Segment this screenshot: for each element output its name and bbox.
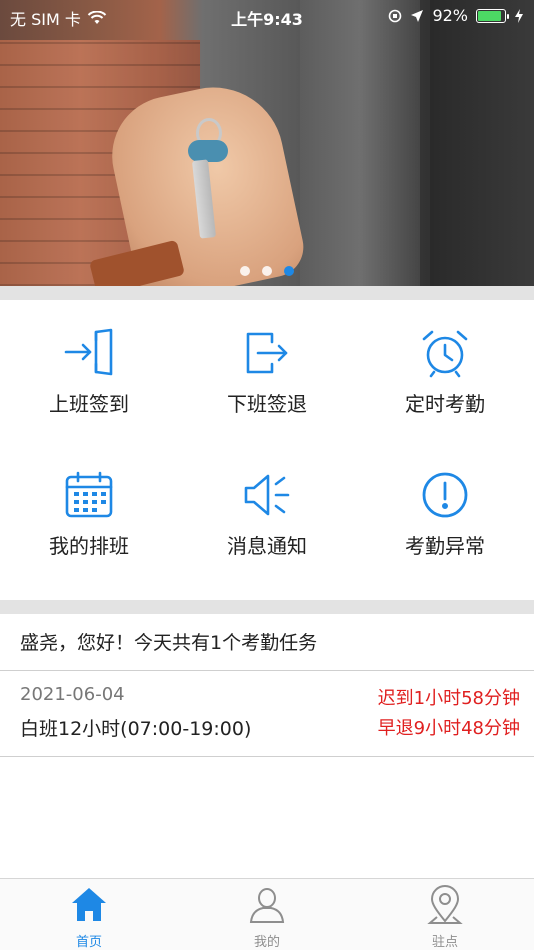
banner-door-dark (430, 0, 534, 286)
my-schedule-button[interactable]: 我的排班 (0, 442, 178, 584)
attendance-exception-button[interactable]: 考勤异常 (356, 442, 534, 584)
notifications-label: 消息通知 (227, 534, 307, 558)
banner-key-head (188, 140, 228, 162)
carousel-dot[interactable] (262, 266, 272, 276)
carousel-pager (0, 266, 534, 276)
user-icon (249, 888, 285, 923)
attendance-exception-label: 考勤异常 (405, 534, 485, 558)
calendar-icon (65, 471, 113, 518)
exclamation-icon (422, 472, 468, 518)
tab-mine[interactable]: 我的 (178, 879, 356, 950)
tab-bar: 首页 我的 驻点 (0, 878, 534, 950)
scheduled-attendance-label: 定时考勤 (405, 392, 485, 416)
sign-out-button[interactable]: 下班签退 (178, 300, 356, 442)
my-schedule-label: 我的排班 (49, 534, 129, 558)
sign-in-button[interactable]: 上班签到 (0, 300, 178, 442)
location-pin-icon (427, 885, 463, 924)
divider-line (0, 756, 534, 757)
home-icon (72, 888, 106, 921)
speaker-icon (244, 474, 290, 516)
divider-line (0, 670, 534, 671)
carousel-dot[interactable] (240, 266, 250, 276)
greeting-text: 盛尧，您好！今天共有1个考勤任务 (20, 632, 318, 654)
charging-icon (515, 8, 523, 23)
notifications-button[interactable]: 消息通知 (178, 442, 356, 584)
tab-home[interactable]: 首页 (0, 879, 178, 950)
section-divider (0, 286, 534, 300)
orientation-lock-icon (389, 9, 402, 22)
alarm-clock-icon (422, 330, 468, 378)
tab-home-label: 首页 (75, 935, 102, 950)
task-shift: 白班12小时(07:00-19:00) (20, 718, 252, 740)
feature-grid: 上班签到 下班签退 定时考勤 我的排班 消息通知 考勤异常 (0, 300, 534, 600)
scheduled-attendance-button[interactable]: 定时考勤 (356, 300, 534, 442)
tab-mine-label: 我的 (253, 935, 280, 950)
section-divider (0, 600, 534, 614)
late-status: 迟到1小时58分钟 (377, 688, 520, 709)
tab-station-label: 驻点 (431, 935, 458, 950)
early-leave-status: 早退9小时48分钟 (377, 718, 520, 739)
sign-in-label: 上班签到 (49, 392, 129, 416)
banner-carousel[interactable] (0, 0, 534, 286)
tab-station[interactable]: 驻点 (356, 879, 534, 950)
sign-out-icon (246, 332, 288, 374)
sign-out-label: 下班签退 (227, 392, 307, 416)
carousel-dot-active[interactable] (284, 266, 294, 276)
task-date: 2021-06-04 (20, 684, 125, 705)
location-arrow-icon (411, 9, 424, 22)
status-bar: 无 SIM 卡 上午9:43 92% (0, 0, 534, 32)
sign-in-icon (64, 328, 113, 376)
battery-icon (476, 8, 509, 23)
battery-percent: 92% (432, 6, 468, 25)
banner-door (300, 0, 420, 286)
